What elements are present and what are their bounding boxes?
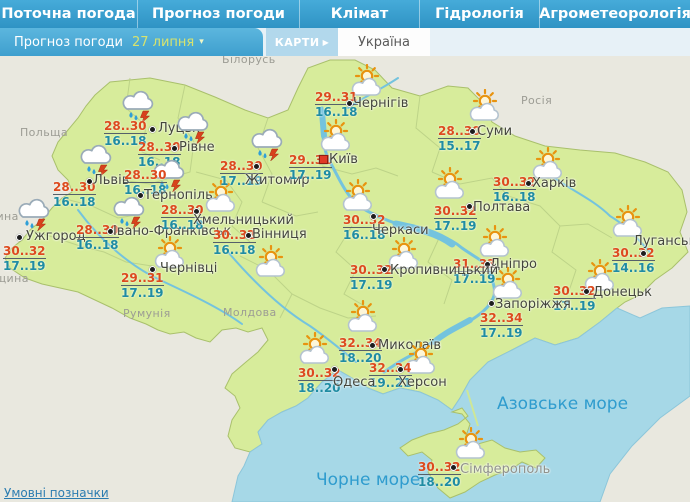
city-marker[interactable] [469, 128, 476, 135]
city-label[interactable]: Полтава [473, 200, 530, 215]
sea-label: Азовське море [497, 394, 628, 414]
ukraine-weather-map[interactable]: Польща Білорусь Росія Румунія Молдова Словачч… [0, 56, 690, 502]
country-label: Угорщина [0, 272, 29, 285]
nav-tab-2[interactable]: Прогноз погоди [137, 0, 299, 28]
night-temp: 17..19 [350, 279, 393, 291]
city-label[interactable]: Хмельницький [193, 213, 294, 228]
day-temp: 30..32 [612, 247, 655, 261]
temperature-block: 32..3418..20 [339, 337, 382, 364]
city-marker[interactable] [488, 300, 495, 307]
city-marker[interactable] [171, 145, 178, 152]
city-marker[interactable] [370, 213, 377, 220]
day-temp: 28..30 [104, 120, 147, 134]
city-marker[interactable] [149, 126, 156, 133]
city-marker[interactable] [640, 250, 647, 257]
country-label: Словаччина [0, 210, 19, 223]
city-label[interactable]: Харків [532, 176, 576, 191]
city-label[interactable]: Вінниця [252, 227, 307, 242]
city-marker[interactable] [466, 203, 473, 210]
city-marker[interactable] [583, 288, 590, 295]
city-label[interactable]: Одеса [333, 375, 375, 390]
night-temp: 17..19 [434, 220, 477, 232]
city-label[interactable]: Луцьк [158, 121, 200, 136]
city-label[interactable]: Донецьк [593, 285, 652, 300]
country-label: Росія [521, 94, 552, 107]
day-temp: 28..30 [124, 169, 167, 183]
temperature-block: 28..3016..18 [53, 181, 96, 208]
weather-app-screen: Поточна погодаПрогноз погодиКліматГідрол… [0, 0, 690, 502]
maps-tab-label: КАРТИ [275, 36, 320, 49]
sea-label: Чорне море [316, 470, 420, 490]
night-temp: 17..19 [3, 260, 46, 272]
legend-link[interactable]: Умовні позначки [4, 486, 109, 500]
city-marker[interactable] [137, 192, 144, 199]
temperature-block: 29..3117..19 [121, 272, 164, 299]
night-temp: 17..19 [289, 169, 332, 181]
country-label: Молдова [223, 306, 277, 319]
city-marker[interactable] [346, 100, 353, 107]
city-marker[interactable] [16, 234, 23, 241]
forecast-date[interactable]: 27 липня [132, 35, 194, 50]
country-label: Білорусь [222, 56, 276, 66]
night-temp: 16..18 [213, 244, 256, 256]
city-marker[interactable] [331, 366, 338, 373]
night-temp: 14..16 [612, 262, 655, 274]
chevron-down-icon: ▾ [199, 37, 204, 47]
forecast-section-tab[interactable]: Прогноз погоди 27 липня ▾ [0, 28, 263, 56]
city-marker[interactable] [86, 178, 93, 185]
night-temp: 16..18 [138, 156, 181, 168]
city-label[interactable]: Суми [477, 124, 512, 139]
city-marker[interactable] [369, 342, 376, 349]
country-label: Румунія [123, 307, 171, 320]
maps-tab[interactable]: КАРТИ ▶ [266, 28, 338, 56]
day-temp: 32..34 [480, 312, 523, 326]
city-marker[interactable] [245, 232, 252, 239]
night-temp: 16..18 [53, 196, 96, 208]
city-label[interactable]: Сімферополь [460, 462, 550, 477]
city-label[interactable]: Запоріжжя [495, 297, 571, 312]
city-marker[interactable] [381, 266, 388, 273]
main-navigation: Поточна погодаПрогноз погодиКліматГідрол… [0, 0, 690, 28]
sub-navigation: Прогноз погоди 27 липня ▾ КАРТИ ▶ Україн… [0, 28, 690, 56]
city-marker[interactable] [149, 266, 156, 273]
city-label[interactable]: Рівне [179, 140, 215, 155]
city-label[interactable]: Чернігів [353, 96, 408, 111]
tab-ukraine-label: Україна [358, 35, 410, 50]
night-temp: 17..19 [480, 327, 523, 339]
city-label[interactable]: Тернопіль [144, 188, 213, 203]
nav-tab-4[interactable]: Гідрологія [419, 0, 539, 28]
city-label[interactable]: Херсон [398, 375, 447, 390]
city-label[interactable]: Черкаси [372, 223, 429, 238]
forecast-section-label: Прогноз погоди [14, 35, 123, 50]
temperature-block: 32..3417..19 [480, 312, 523, 339]
capital-marker[interactable] [319, 155, 328, 164]
day-temp: 32..34 [369, 362, 412, 376]
country-label: Польща [20, 126, 68, 139]
city-label[interactable]: Чернівці [160, 261, 217, 276]
night-temp: 18..20 [418, 476, 461, 488]
temperature-block: 30..3217..19 [3, 245, 46, 272]
night-temp: 15..17 [438, 140, 481, 152]
nav-tab-1[interactable]: Поточна погода [0, 0, 137, 28]
chevron-right-icon: ▶ [323, 38, 330, 47]
day-temp: 29..31 [121, 272, 164, 286]
night-temp: 17..19 [121, 287, 164, 299]
city-marker[interactable] [397, 366, 404, 373]
city-label[interactable]: Луганськ [633, 234, 690, 249]
night-temp: 16..18 [76, 239, 119, 251]
tab-ukraine[interactable]: Україна [338, 28, 430, 56]
city-label[interactable]: Київ [329, 152, 358, 167]
city-label[interactable]: Миколаїв [378, 338, 441, 353]
temperature-block: 30..3214..16 [612, 247, 655, 274]
city-marker[interactable] [525, 180, 532, 187]
day-temp: 30..32 [3, 245, 46, 259]
city-marker[interactable] [253, 163, 260, 170]
city-label[interactable]: Кропивницький [390, 263, 498, 278]
nav-tab-3[interactable]: Клімат [299, 0, 419, 28]
nav-tab-5[interactable]: Агрометеорологія [539, 0, 690, 28]
city-marker[interactable] [450, 464, 457, 471]
night-temp: 16..18 [315, 106, 358, 118]
